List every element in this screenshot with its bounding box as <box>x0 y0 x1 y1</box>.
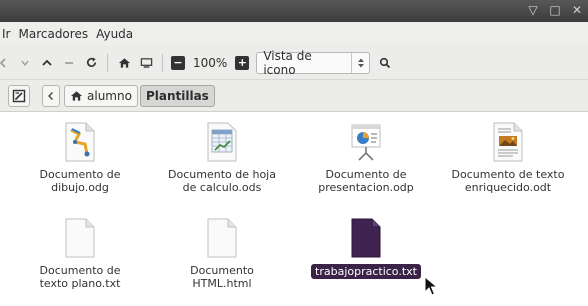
edit-location-button[interactable] <box>8 84 30 107</box>
file-view: Documento de dibujo.odg Documento de hoj… <box>0 112 588 306</box>
breadcrumb-alumno[interactable]: alumno <box>64 84 138 107</box>
home-icon[interactable] <box>115 54 133 72</box>
reload-icon[interactable] <box>82 54 100 72</box>
menu-help[interactable]: Ayuda <box>92 27 137 41</box>
maximize-button[interactable]: □ <box>548 2 562 18</box>
presentation-document-icon <box>351 124 381 161</box>
breadcrumb-left-button[interactable] <box>42 84 60 107</box>
file-name: Documento HTML.html <box>190 264 254 290</box>
zoom-out-icon[interactable]: − <box>171 55 185 70</box>
window-controls: ▽ □ ✕ <box>526 2 584 18</box>
file-item[interactable]: Documento de hoja de calculo.ods <box>152 122 292 194</box>
search-icon[interactable] <box>376 54 394 72</box>
breadcrumb-label: Plantillas <box>145 88 209 103</box>
view-mode-select[interactable]: Vista de icono <box>256 48 371 77</box>
file-item[interactable]: Documento HTML.html <box>152 218 292 290</box>
menu-bar: Ir Marcadores Ayuda <box>0 22 588 46</box>
minimize-button[interactable]: ▽ <box>526 2 540 18</box>
computer-icon[interactable] <box>137 54 155 72</box>
file-item-selected[interactable]: trabajopractico.txt <box>296 218 436 279</box>
zoom-level: 100% <box>193 55 228 70</box>
home-icon <box>70 90 83 101</box>
file-name: Documento de hoja de calculo.ods <box>168 168 276 194</box>
file-name: trabajopractico.txt <box>311 264 421 279</box>
mouse-pointer-icon <box>424 276 438 296</box>
close-button[interactable]: ✕ <box>570 2 584 18</box>
toolbar: − 100% + Vista de icono <box>0 46 588 80</box>
menu-go[interactable]: Ir <box>0 27 14 41</box>
richtext-document-icon <box>493 122 523 162</box>
toolbar-separator <box>107 53 108 72</box>
toolbar-separator <box>162 53 163 72</box>
zoom-in-icon[interactable]: + <box>235 55 250 70</box>
title-bar: ▽ □ ✕ <box>0 0 588 22</box>
file-name: Documento de presentacion.odp <box>318 168 414 194</box>
file-item[interactable]: Documento de texto enriquecido.odt <box>438 122 578 194</box>
up-icon[interactable] <box>38 54 56 72</box>
file-name: Documento de texto enriquecido.odt <box>451 168 565 194</box>
stop-icon[interactable] <box>60 54 78 72</box>
spreadsheet-document-icon <box>207 122 237 162</box>
spin-arrows-icon[interactable] <box>351 52 369 73</box>
back-icon[interactable] <box>0 54 12 72</box>
edit-location-icon <box>12 89 26 102</box>
file-item[interactable]: Documento de dibujo.odg <box>10 122 150 194</box>
file-item[interactable]: Documento de presentacion.odp <box>296 122 436 194</box>
text-document-icon <box>65 218 95 258</box>
location-bar: alumno Plantillas <box>0 80 588 112</box>
history-dropdown-icon[interactable] <box>16 54 34 72</box>
html-document-icon <box>207 218 237 258</box>
text-document-icon <box>351 218 381 258</box>
file-manager-window: ▽ □ ✕ Ir Marcadores Ayuda − 100% + Vista… <box>0 0 588 306</box>
file-name: Documento de dibujo.odg <box>39 168 121 194</box>
breadcrumb-plantillas[interactable]: Plantillas <box>139 84 215 107</box>
drawing-document-icon <box>65 122 95 162</box>
menu-bookmarks[interactable]: Marcadores <box>14 27 92 41</box>
chevron-left-icon <box>48 91 53 100</box>
file-name: Documento de texto plano.txt <box>39 264 121 290</box>
breadcrumb-label: alumno <box>87 88 132 103</box>
file-item[interactable]: Documento de texto plano.txt <box>10 218 150 290</box>
view-mode-value: Vista de icono <box>263 48 312 77</box>
